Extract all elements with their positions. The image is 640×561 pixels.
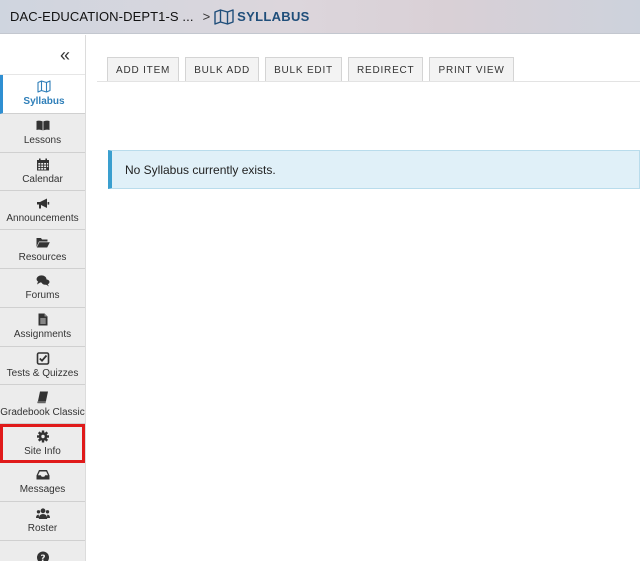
collapse-sidebar-button[interactable]: « bbox=[0, 35, 85, 75]
tool-sidebar: « Syllabus Lessons Calendar Announcement… bbox=[0, 35, 86, 561]
sidebar-item-roster[interactable]: Roster bbox=[0, 501, 85, 541]
toolbar-divider bbox=[97, 81, 640, 82]
check-square-icon bbox=[36, 352, 49, 365]
book-open-icon bbox=[36, 120, 49, 131]
print-view-button[interactable]: PRINT VIEW bbox=[429, 57, 514, 82]
inbox-icon bbox=[36, 470, 49, 480]
sidebar-item-label: Messages bbox=[19, 484, 66, 496]
sidebar-item-assignments[interactable]: Assignments bbox=[0, 307, 85, 347]
sidebar-item-forums[interactable]: Forums bbox=[0, 268, 85, 308]
bulk-edit-button[interactable]: BULK EDIT bbox=[265, 57, 342, 82]
sidebar-item-label: Lessons bbox=[23, 135, 62, 147]
sidebar-item-tests-quizzes[interactable]: Tests & Quizzes bbox=[0, 346, 85, 386]
sidebar-item-label: Resources bbox=[18, 251, 67, 263]
add-item-button[interactable]: ADD ITEM bbox=[107, 57, 180, 82]
syllabus-toolbar: ADD ITEM BULK ADD BULK EDIT REDIRECT PRI… bbox=[107, 57, 514, 82]
sidebar-item-site-info[interactable]: Site Info bbox=[0, 424, 85, 463]
question-circle-icon: ? bbox=[36, 551, 49, 561]
redirect-button[interactable]: REDIRECT bbox=[347, 57, 424, 82]
breadcrumb-separator: > bbox=[202, 9, 211, 24]
sidebar-item-gradebook-classic[interactable]: Gradebook Classic bbox=[0, 385, 85, 425]
svg-text:?: ? bbox=[40, 554, 45, 561]
sidebar-item-label: Site Info bbox=[24, 445, 61, 457]
calendar-icon bbox=[36, 158, 49, 171]
sidebar-item-resources[interactable]: Resources bbox=[0, 230, 85, 269]
sidebar-item-label: Syllabus bbox=[23, 96, 65, 108]
comments-icon bbox=[36, 275, 49, 287]
double-chevron-left-icon: « bbox=[59, 44, 70, 65]
sidebar-item-label: Tests & Quizzes bbox=[6, 367, 79, 379]
sidebar-item-label: Forums bbox=[25, 290, 60, 302]
bullhorn-icon bbox=[36, 198, 49, 209]
sidebar-item-calendar[interactable]: Calendar bbox=[0, 152, 85, 192]
map-icon bbox=[214, 8, 234, 25]
sidebar-item-messages[interactable]: Messages bbox=[0, 462, 85, 502]
current-tool-title[interactable]: SYLLABUS bbox=[237, 9, 309, 24]
info-message: No Syllabus currently exists. bbox=[108, 150, 640, 189]
sidebar-item-lessons[interactable]: Lessons bbox=[0, 113, 85, 153]
map-icon bbox=[37, 80, 51, 93]
sidebar-item-label: Gradebook Classic bbox=[0, 406, 85, 418]
sidebar-item-label: Roster bbox=[27, 523, 58, 535]
top-bar: DAC-EDUCATION-DEPT1-S ... > SYLLABUS bbox=[0, 0, 640, 34]
sidebar-item-announcements[interactable]: Announcements bbox=[0, 191, 85, 231]
book-icon bbox=[36, 391, 48, 404]
bulk-add-button[interactable]: BULK ADD bbox=[185, 57, 260, 82]
sidebar-item-label: Calendar bbox=[22, 173, 63, 185]
file-text-icon bbox=[38, 313, 47, 326]
sidebar-item-syllabus[interactable]: Syllabus bbox=[0, 75, 85, 114]
sidebar-item-label: Assignments bbox=[13, 329, 72, 341]
sidebar-item-label: Announcements bbox=[6, 212, 79, 224]
users-icon bbox=[35, 508, 50, 520]
site-title[interactable]: DAC-EDUCATION-DEPT1-S ... bbox=[10, 9, 194, 24]
folder-open-icon bbox=[36, 237, 50, 248]
sidebar-item-help[interactable]: ? bbox=[0, 540, 85, 561]
gear-icon bbox=[36, 430, 49, 443]
